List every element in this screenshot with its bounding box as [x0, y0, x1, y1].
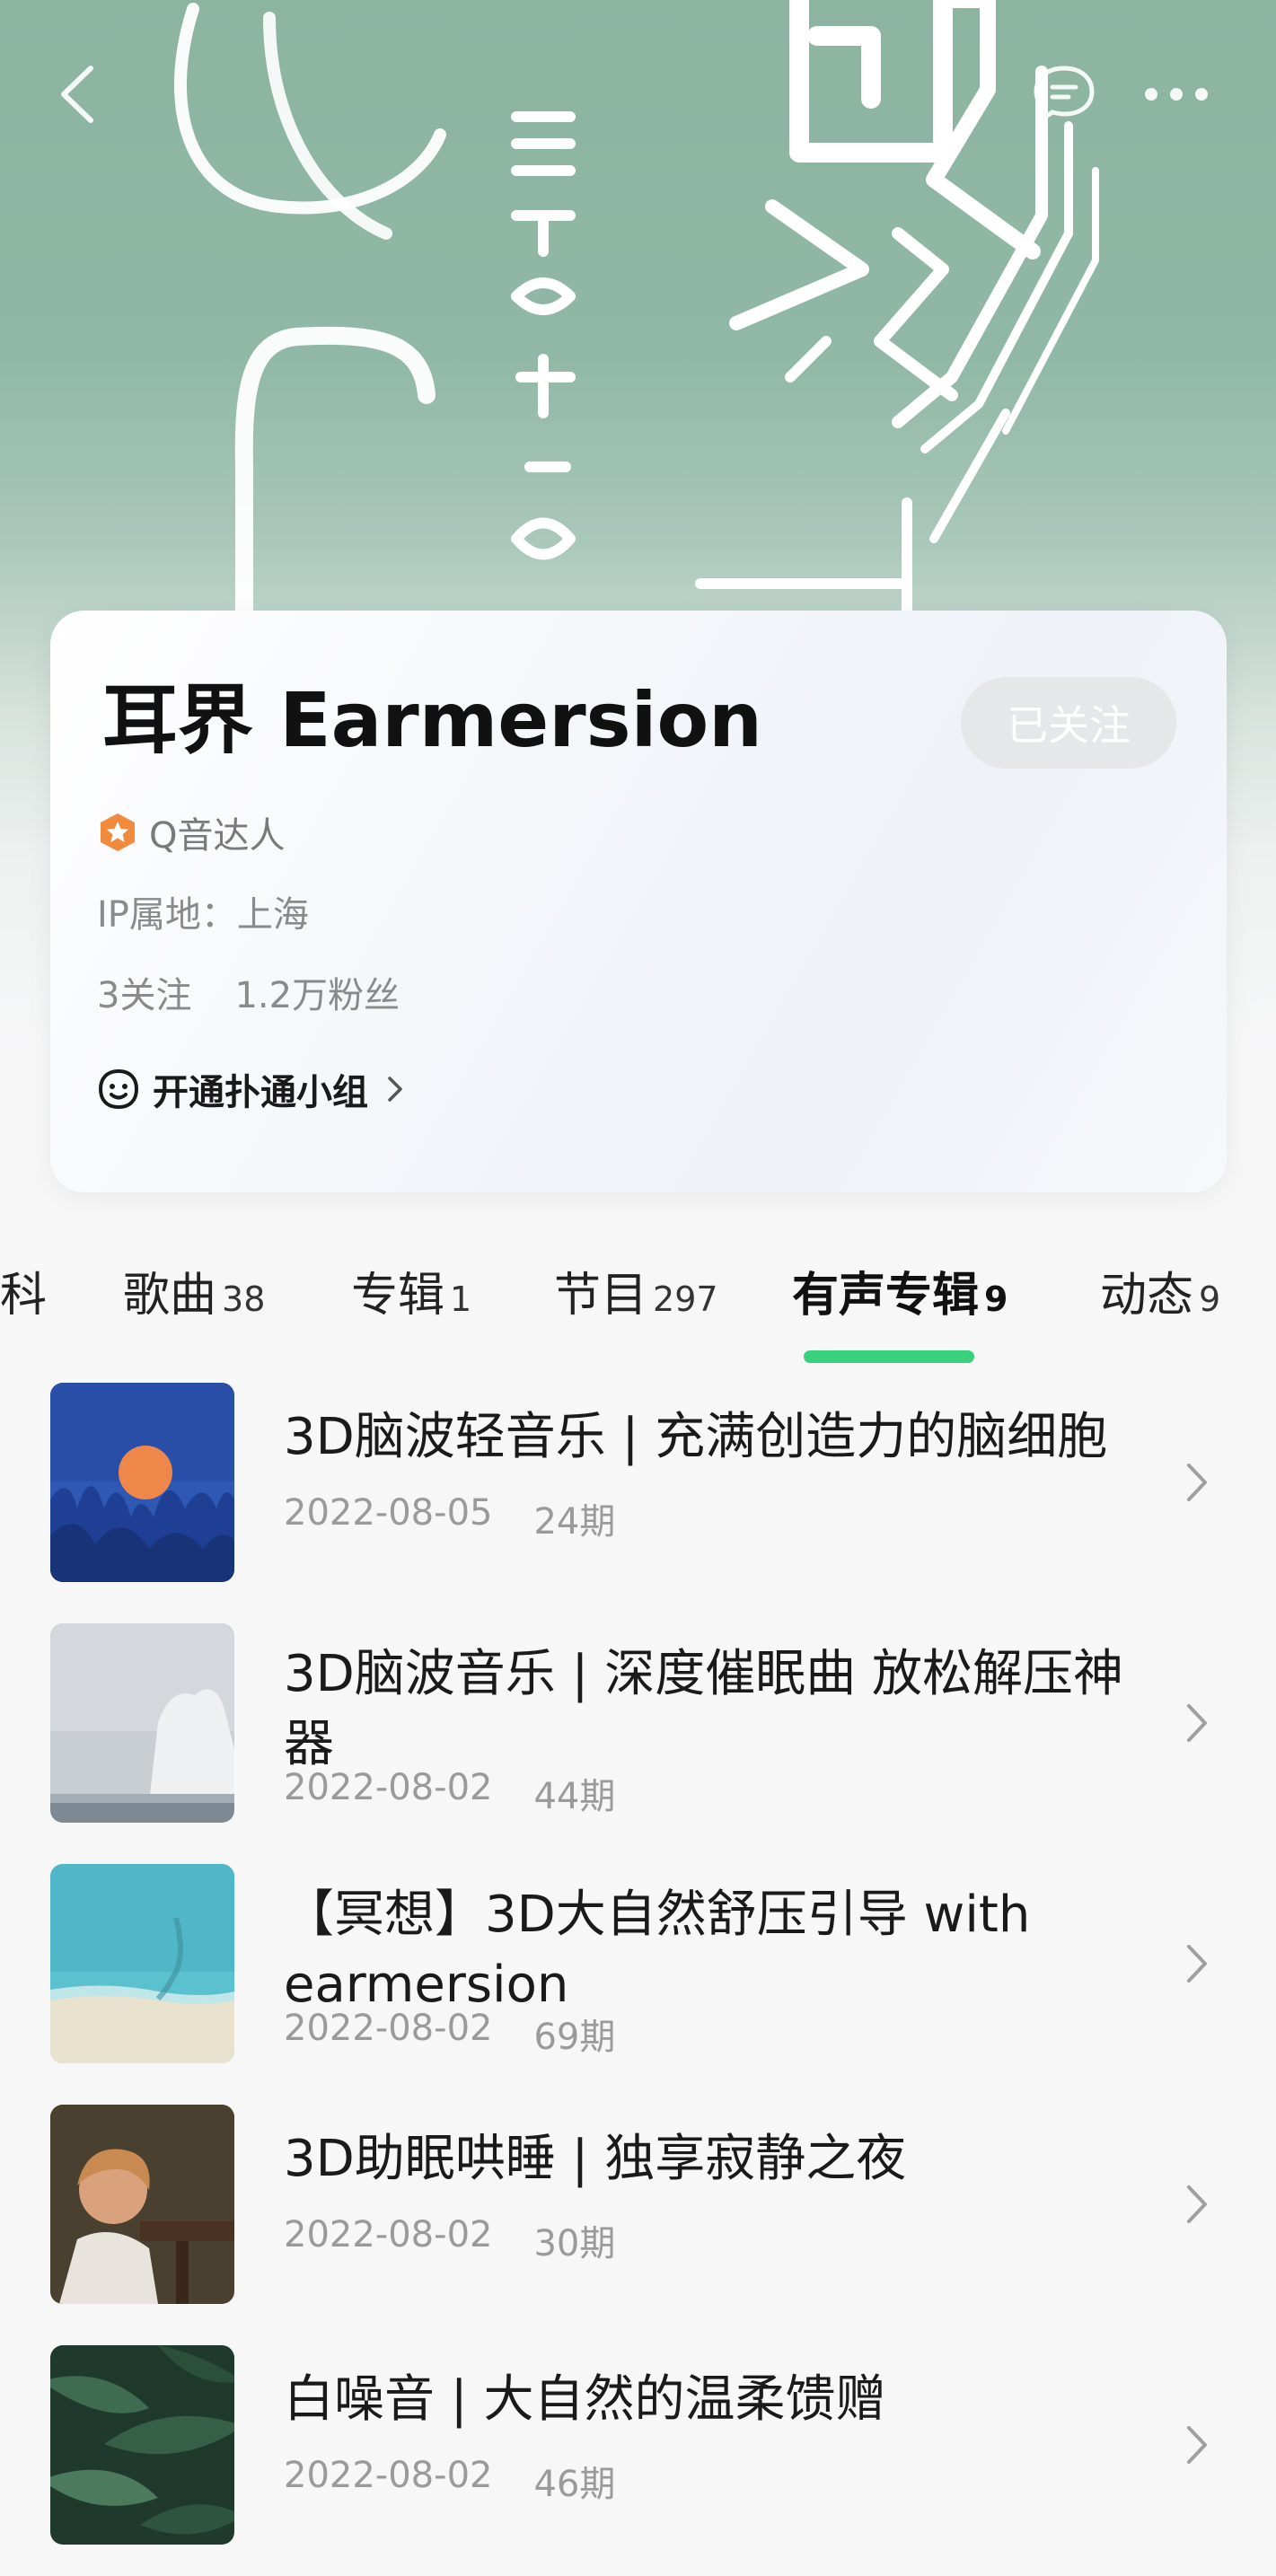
tab-audio-albums[interactable]: 有声专辑 9: [792, 1257, 1008, 1324]
fans-count[interactable]: 1.2万粉丝: [234, 966, 400, 1018]
tab-moments[interactable]: 动态 9: [1100, 1257, 1220, 1324]
album-meta: 2022-08-02 46期: [284, 2455, 615, 2507]
album-episodes: 44期: [533, 1776, 616, 1817]
more-dots-icon: [1145, 88, 1208, 101]
talent-badge[interactable]: Q音达人: [97, 806, 285, 858]
album-date: 2022-08-02: [284, 1767, 493, 1808]
profile-card: 耳界 Earmersion 已关注 Q音达人 IP属地：上海 3关注 1.2万粉…: [50, 611, 1227, 1192]
list-item[interactable]: 3D脑波音乐 | 深度催眠曲 放松解压神器 2022-08-02 44期: [0, 1614, 1276, 1823]
list-item[interactable]: 白噪音 | 大自然的温柔馈赠 2022-08-02 46期: [0, 2336, 1276, 2545]
list-item[interactable]: 3D脑波轻音乐 | 充满创造力的脑细胞 2022-08-05 24期: [0, 1374, 1276, 1582]
album-episodes: 69期: [533, 2017, 616, 2058]
chevron-right-icon: [1187, 2185, 1207, 2223]
list-item[interactable]: 3D助眠哄睡 | 独享寂静之夜 2022-08-02 30期: [0, 2096, 1276, 2304]
album-episodes: 24期: [533, 1501, 616, 1543]
chat-bubble-icon: [1034, 66, 1095, 125]
chevron-right-icon: [1187, 1464, 1207, 1501]
album-episodes: 46期: [533, 2464, 616, 2505]
more-button[interactable]: [1136, 54, 1217, 135]
chevron-left-icon: [61, 66, 93, 123]
ip-location: IP属地：上海: [97, 894, 309, 936]
album-title: 3D助眠哄睡 | 独享寂静之夜: [284, 2130, 907, 2188]
album-date: 2022-08-02: [284, 2214, 493, 2255]
tab-programs[interactable]: 节目 297: [554, 1257, 718, 1324]
album-title: 3D脑波音乐 | 深度催眠曲 放松解压神器: [284, 1645, 1124, 1773]
chevron-right-icon: [1187, 1704, 1207, 1742]
open-group-label: 开通扑通小组: [153, 1072, 368, 1113]
chevron-right-icon: [1187, 2426, 1207, 2464]
album-title: 白噪音 | 大自然的温柔馈赠: [284, 2370, 886, 2429]
album-cover: [50, 2345, 234, 2545]
list-item[interactable]: 【冥想】3D大自然舒压引导 with earmersion 2022-08-02…: [0, 1855, 1276, 2063]
follow-button[interactable]: 已关注: [961, 677, 1176, 769]
profile-tabs: 科 歌曲 38 专辑 1 节目 297 有声专辑 9 动态 9: [0, 1257, 1276, 1365]
chevron-right-icon: [1187, 1945, 1207, 1983]
tab-wiki[interactable]: 科: [0, 1257, 52, 1324]
album-cover: [50, 2105, 234, 2304]
star-badge-icon: [101, 813, 135, 851]
chevron-right-icon: [388, 1077, 402, 1102]
album-cover: [50, 1383, 234, 1582]
profile-stats: 3关注 1.2万粉丝: [97, 966, 400, 1018]
album-date: 2022-08-02: [284, 2008, 493, 2049]
open-group-link[interactable]: 开通扑通小组: [97, 1063, 408, 1115]
album-title: 【冥想】3D大自然舒压引导 with earmersion: [284, 1886, 1031, 2014]
following-count[interactable]: 3关注: [97, 966, 191, 1018]
album-cover: [50, 1623, 234, 1823]
album-title: 3D脑波轻音乐 | 充满创造力的脑细胞: [284, 1408, 1108, 1466]
album-meta: 2022-08-02 69期: [284, 2008, 615, 2060]
album-cover: [50, 1864, 234, 2063]
album-meta: 2022-08-05 24期: [284, 1492, 615, 1544]
active-tab-indicator: [804, 1350, 974, 1363]
comment-button[interactable]: [1024, 54, 1104, 135]
album-date: 2022-08-02: [284, 2455, 493, 2496]
tab-songs[interactable]: 歌曲 38: [123, 1257, 265, 1324]
album-episodes: 30期: [533, 2223, 616, 2264]
smiley-icon: [98, 1068, 139, 1110]
profile-name: 耳界 Earmersion: [102, 676, 762, 764]
album-date: 2022-08-05: [284, 1492, 493, 1534]
badge-label: Q音达人: [149, 815, 286, 857]
album-meta: 2022-08-02 44期: [284, 1767, 615, 1819]
tab-albums[interactable]: 专辑 1: [351, 1257, 471, 1324]
back-button[interactable]: [36, 54, 117, 135]
album-meta: 2022-08-02 30期: [284, 2214, 615, 2266]
